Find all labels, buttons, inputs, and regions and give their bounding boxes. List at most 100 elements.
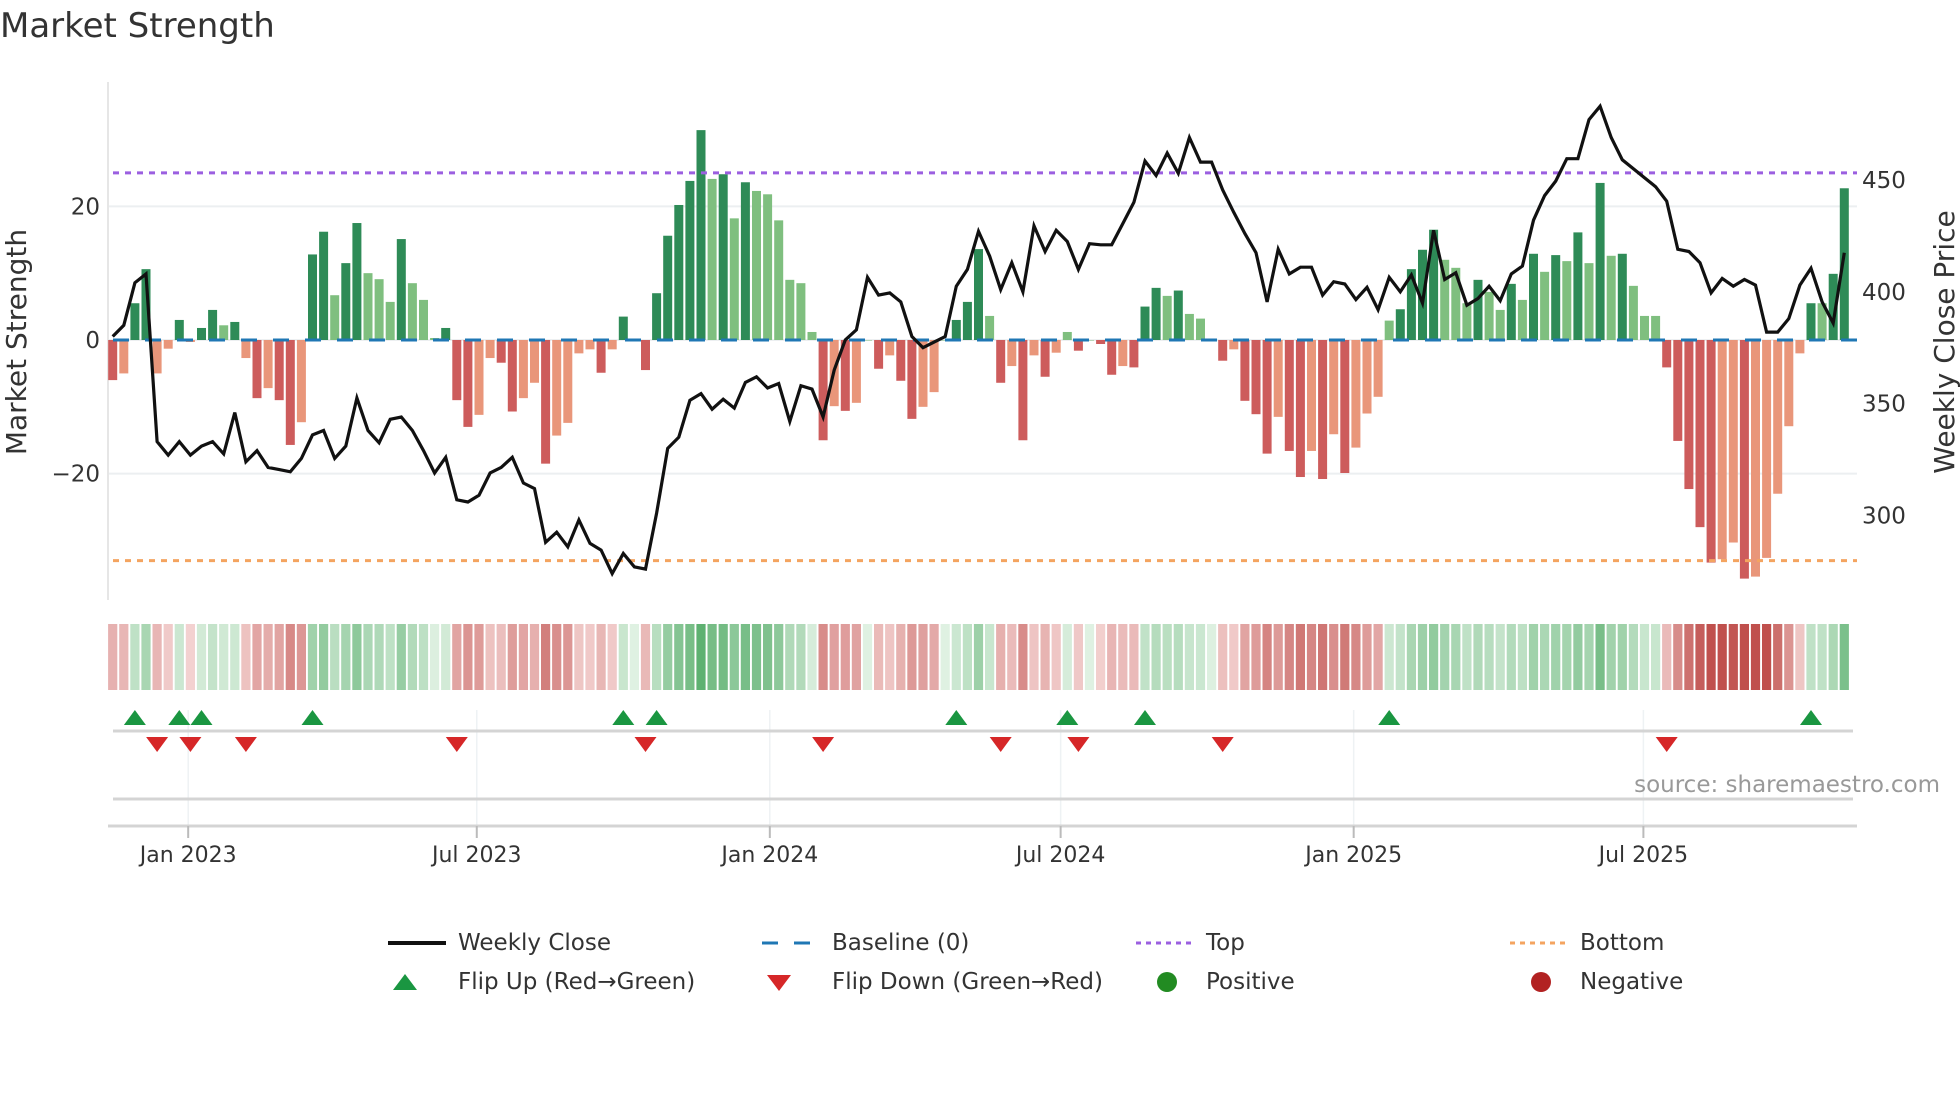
flip-down-marker (634, 737, 657, 752)
dotted-line-icon (1510, 941, 1568, 945)
heatmap-cell (1662, 624, 1672, 690)
line-icon (388, 941, 446, 945)
strength-bar (1240, 339, 1250, 401)
strength-bar (563, 339, 573, 423)
heatmap-cell (763, 624, 773, 690)
strength-bar (1517, 299, 1527, 340)
strength-bar (774, 220, 784, 340)
heatmap-cell (1417, 624, 1428, 690)
strength-bar (163, 339, 173, 349)
heatmap-cell (1062, 624, 1072, 690)
strength-bar (241, 339, 251, 359)
heatmap-cell (1773, 624, 1783, 690)
strength-bar (1706, 339, 1716, 563)
strength-bar (1806, 303, 1816, 340)
heatmap-cell (285, 624, 295, 690)
heatmap-cell (652, 624, 662, 690)
strength-bar (552, 339, 562, 436)
heatmap-cell (552, 624, 562, 690)
strength-bar (518, 339, 528, 399)
legend-label: Weekly Close (458, 930, 611, 956)
heatmap-cell (441, 624, 451, 690)
heatmap-cell (374, 624, 384, 690)
strength-bar (263, 339, 273, 389)
heatmap-cell (962, 624, 972, 690)
y2-tick-label: 400 (1862, 280, 1906, 306)
legend-bottom: Bottom (1510, 930, 1664, 956)
heatmap-cell (1251, 624, 1261, 690)
heatmap-cell (185, 624, 195, 690)
circle-icon (1157, 972, 1177, 992)
heatmap-cell (1118, 624, 1128, 690)
heatmap-cell (330, 624, 340, 690)
strength-bar (618, 316, 628, 340)
strength-bar (319, 231, 329, 340)
strength-bar (1640, 315, 1649, 340)
triangle-down-icon (767, 975, 791, 991)
heatmap-cell (574, 624, 584, 690)
heatmap-cell (341, 624, 351, 690)
legend-label: Flip Down (Green→Red) (832, 969, 1103, 995)
heatmap-cell (640, 624, 651, 690)
strength-bar (419, 299, 428, 340)
y2-tick-label: 350 (1862, 392, 1906, 418)
heatmap-cell (219, 624, 229, 690)
x-tick-label: Jan 2023 (138, 843, 237, 868)
strength-bar (308, 254, 317, 340)
strength-bar (507, 339, 517, 412)
heatmap-cell (1207, 624, 1217, 690)
strength-bar (962, 301, 972, 340)
strength-bar (685, 180, 695, 340)
heatmap-cell (774, 624, 784, 690)
legend-negative: Negative (1510, 969, 1683, 995)
strength-bar (219, 325, 229, 340)
heatmap-cell (1584, 624, 1594, 690)
x-tick-label: Jan 2025 (1303, 843, 1402, 868)
heatmap-cell (1140, 624, 1150, 690)
heatmap-cell (1162, 624, 1172, 690)
strength-bar (885, 339, 895, 356)
strength-bar (208, 309, 218, 340)
heatmap-cell (696, 624, 706, 690)
strength-bar (1151, 287, 1161, 340)
strength-bar (174, 319, 184, 340)
y-axis-label: Market Strength (0, 229, 33, 455)
flip-up-marker (645, 710, 668, 725)
strength-bar (1384, 320, 1394, 340)
strength-bar (907, 339, 917, 419)
circle-icon (1531, 972, 1551, 992)
heatmap-cell (1562, 624, 1572, 690)
strength-bar (374, 279, 384, 340)
strength-bar (918, 339, 928, 407)
flip-up-marker (123, 710, 146, 725)
heatmap-cell (507, 624, 517, 690)
heatmap-cell (1473, 624, 1483, 690)
strength-bar (1606, 255, 1616, 340)
strength-bar (696, 130, 706, 340)
heatmap-cell (607, 624, 617, 690)
strength-bar (463, 339, 473, 427)
heatmap-cell (1506, 624, 1516, 690)
heatmap-cell (940, 624, 950, 690)
strength-bar (1584, 263, 1594, 340)
legend-top: Top (1136, 930, 1245, 956)
strength-bar (996, 339, 1006, 383)
strength-bar (441, 327, 451, 340)
strength-bar (1773, 339, 1783, 494)
heatmap-cell (1051, 624, 1061, 690)
strength-bar (951, 319, 961, 340)
heatmap-cell (663, 624, 673, 690)
flip-up-marker (945, 710, 968, 725)
strength-bar (1717, 339, 1727, 560)
heatmap-cell (729, 624, 739, 690)
strength-bar (1140, 306, 1150, 340)
heatmap-cell (1739, 624, 1749, 690)
heatmap-cell (1673, 624, 1683, 690)
heatmap-cell (1184, 624, 1194, 690)
heatmap-cell (1817, 624, 1827, 690)
strength-bar (1728, 339, 1738, 543)
heatmap-cell (1406, 624, 1416, 690)
heatmap-cell (352, 624, 362, 690)
heatmap-cell (174, 624, 184, 690)
strength-bar (718, 174, 728, 340)
